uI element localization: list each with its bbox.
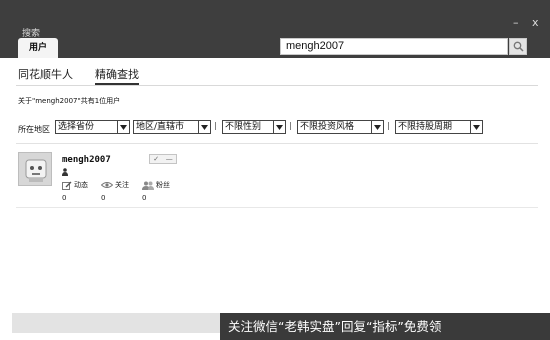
follow-check-icon[interactable]: ✓ [153, 155, 159, 163]
divider [16, 143, 538, 144]
user-name-link[interactable]: mengh2007 [62, 155, 111, 165]
filter-separator: | [387, 121, 390, 130]
chevron-down-icon [117, 121, 129, 133]
stat-followers-count: 0 [142, 194, 147, 202]
chevron-down-icon [371, 121, 383, 133]
avatar[interactable] [18, 152, 52, 186]
person-icon [62, 168, 68, 176]
investment-style-select-value: 不限投资风格 [300, 122, 355, 132]
bottom-bar [12, 313, 220, 333]
minimize-button[interactable]: – [513, 17, 519, 28]
filter-separator: | [289, 121, 292, 130]
province-select[interactable]: 选择省份 [55, 120, 130, 134]
divider [16, 85, 538, 86]
filter-separator: | [214, 121, 217, 130]
holding-period-select[interactable]: 不限持股周期 [395, 120, 483, 134]
stat-label: 粉丝 [156, 181, 170, 189]
result-summary: 关于"mengh2007"共有1位用户 [18, 97, 121, 105]
chevron-down-icon [273, 121, 285, 133]
chevron-down-icon [198, 121, 210, 133]
search-window: 搜索 – x 用户 mengh2007 同花顺牛人 精确查找 关于"mengh2… [0, 0, 550, 340]
holding-period-select-value: 不限持股周期 [398, 122, 453, 132]
watermark-banner: 关注微信“老韩实盘”回复“指标”免费领 [220, 313, 550, 340]
region-label: 所在地区 [18, 125, 50, 134]
close-button[interactable]: x [532, 17, 539, 28]
default-avatar-icon [25, 159, 47, 182]
stat-followers[interactable]: 粉丝 [142, 180, 170, 190]
gender-select[interactable]: 不限性别 [222, 120, 286, 134]
stat-label: 关注 [115, 181, 129, 189]
subnav-tab-niuren[interactable]: 同花顺牛人 [18, 66, 73, 82]
stat-label: 动态 [74, 181, 88, 189]
chevron-down-icon [470, 121, 482, 133]
city-select[interactable]: 地区/直辖市 [133, 120, 211, 134]
group-icon [142, 181, 154, 190]
divider [16, 207, 538, 208]
search-button[interactable] [509, 38, 527, 55]
stat-posts-count: 0 [62, 194, 67, 202]
magnifier-icon [513, 41, 524, 52]
search-input[interactable]: mengh2007 [280, 38, 508, 55]
stat-following-count: 0 [101, 194, 106, 202]
stat-posts[interactable]: 动态 [62, 180, 88, 190]
remove-dash-icon[interactable]: — [166, 155, 173, 163]
follow-controls[interactable]: ✓ — [149, 154, 177, 164]
investment-style-select[interactable]: 不限投资风格 [297, 120, 384, 134]
subnav-tab-exact-search[interactable]: 精确查找 [95, 66, 139, 85]
eye-icon [101, 182, 113, 188]
stat-following[interactable]: 关注 [101, 180, 129, 190]
edit-icon [62, 181, 72, 190]
province-select-value: 选择省份 [58, 122, 95, 132]
city-select-value: 地区/直辖市 [136, 122, 185, 132]
gender-select-value: 不限性别 [225, 122, 262, 132]
tab-user[interactable]: 用户 [18, 38, 58, 58]
